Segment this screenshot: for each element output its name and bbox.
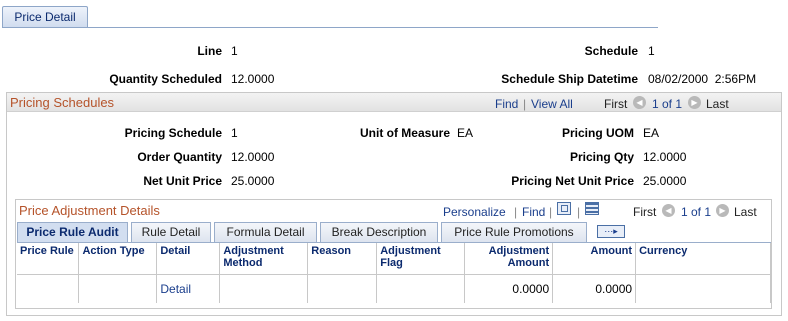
pricing-net-unit-price-value: 25.0000 xyxy=(643,174,687,188)
table-row: Detail 0.0000 0.0000 xyxy=(17,274,771,303)
order-quantity-value: 12.0000 xyxy=(231,150,275,164)
schedule-value: 1 xyxy=(648,44,655,58)
separator: | xyxy=(549,205,553,219)
ship-datetime-value: 08/02/2000 2:56PM xyxy=(648,72,757,86)
page-info: 1 of 1 xyxy=(652,97,683,111)
tab-price-rule-promotions[interactable]: Price Rule Promotions xyxy=(441,222,587,242)
next-icon[interactable]: ▶ xyxy=(688,95,701,110)
separator: | xyxy=(514,205,518,219)
ship-datetime-label: Schedule Ship Datetime xyxy=(501,72,638,86)
cell-price-rule xyxy=(17,274,80,303)
first-label-grid: First xyxy=(633,205,657,219)
page-info-grid: 1 of 1 xyxy=(681,205,712,219)
tab-underline xyxy=(2,27,658,28)
pricing-net-unit-price-label: Pricing Net Unit Price xyxy=(511,174,634,188)
tab-break-description[interactable]: Break Description xyxy=(320,222,438,242)
find-link-grid[interactable]: Find xyxy=(522,205,545,219)
pricing-qty-label: Pricing Qty xyxy=(569,150,634,164)
cell-amount: 0.0000 xyxy=(552,274,637,303)
pricing-qty-value: 12.0000 xyxy=(643,150,687,164)
next-icon-grid[interactable]: ▶ xyxy=(716,203,729,218)
net-unit-price-label: Net Unit Price xyxy=(143,174,222,188)
cell-adjustment-method xyxy=(219,274,309,303)
pricing-schedule-value: 1 xyxy=(231,126,238,140)
quantity-scheduled-value: 12.0000 xyxy=(231,72,275,86)
line-label: Line xyxy=(197,44,222,58)
last-label-grid: Last xyxy=(734,205,757,219)
separator: | xyxy=(523,97,527,111)
unit-of-measure-label: Unit of Measure xyxy=(359,126,450,140)
col-adjustment-method[interactable]: Adjustment Method xyxy=(219,243,309,275)
net-unit-price-value: 25.0000 xyxy=(231,174,275,188)
order-quantity-label: Order Quantity xyxy=(137,150,222,164)
download-grid-icon[interactable] xyxy=(585,202,599,215)
zoom-icon[interactable] xyxy=(557,202,571,215)
tab-formula-detail[interactable]: Formula Detail xyxy=(214,222,317,242)
pricing-schedule-label: Pricing Schedule xyxy=(124,126,222,140)
previous-icon[interactable]: ◀ xyxy=(633,95,646,110)
col-detail: Detail xyxy=(156,243,221,275)
cell-currency xyxy=(635,274,771,303)
cell-adjustment-flag xyxy=(376,274,466,303)
detail-link[interactable]: Detail xyxy=(156,274,221,303)
pricing-uom-label: Pricing UOM xyxy=(561,126,634,140)
col-adjustment-amount[interactable]: Adjustment Amount xyxy=(464,243,554,275)
last-label: Last xyxy=(706,97,729,111)
show-all-columns-icon[interactable]: ⋯▸ xyxy=(597,225,625,238)
col-reason[interactable]: Reason xyxy=(307,243,378,275)
col-adjustment-flag[interactable]: Adjustment Flag xyxy=(376,243,466,275)
tab-price-rule-audit[interactable]: Price Rule Audit xyxy=(17,222,128,243)
quantity-scheduled-label: Quantity Scheduled xyxy=(109,72,222,86)
previous-icon-grid[interactable]: ◀ xyxy=(662,203,675,218)
first-label: First xyxy=(604,97,628,111)
view-all-link[interactable]: View All xyxy=(531,97,573,111)
tab-rule-detail[interactable]: Rule Detail xyxy=(131,222,211,242)
col-action-type[interactable]: Action Type xyxy=(78,243,158,275)
pricing-schedules-title: Pricing Schedules xyxy=(10,95,115,110)
price-rule-audit-grid: Price Rule Action Type Detail Adjustment… xyxy=(17,243,771,303)
cell-action-type xyxy=(78,274,158,303)
col-amount[interactable]: Amount xyxy=(552,243,637,275)
unit-of-measure-value: EA xyxy=(457,126,474,140)
cell-adjustment-amount: 0.0000 xyxy=(464,274,554,303)
tab-price-detail[interactable]: Price Detail xyxy=(2,6,88,28)
line-value: 1 xyxy=(231,44,238,58)
schedule-label: Schedule xyxy=(584,44,638,58)
cell-reason xyxy=(307,274,378,303)
col-price-rule[interactable]: Price Rule xyxy=(17,243,80,275)
separator: | xyxy=(577,205,581,219)
personalize-link[interactable]: Personalize xyxy=(443,205,506,219)
pricing-uom-value: EA xyxy=(643,126,660,140)
find-link[interactable]: Find xyxy=(495,97,518,111)
price-adjustment-title: Price Adjustment Details xyxy=(19,203,160,218)
col-currency[interactable]: Currency xyxy=(635,243,771,275)
